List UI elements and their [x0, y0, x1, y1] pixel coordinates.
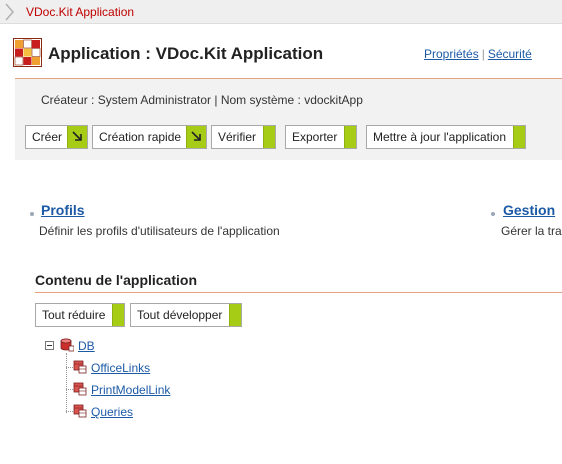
quick-create-button[interactable]: Création rapide — [92, 125, 207, 149]
button-accent — [229, 304, 241, 326]
tree-connector — [66, 389, 73, 390]
tree-node-officelinks[interactable]: OfficeLinks — [91, 361, 150, 375]
tree-node-printmodellink[interactable]: PrintModelLink — [91, 383, 170, 397]
tree-connector — [66, 411, 73, 412]
export-button-label: Exporter — [292, 130, 338, 144]
table-icon — [73, 360, 87, 374]
table-icon — [73, 382, 87, 396]
quick-create-button-label: Création rapide — [99, 130, 182, 144]
management-link[interactable]: Gestion — [503, 202, 555, 218]
button-accent — [513, 126, 525, 148]
header-links: Propriétés | Sécurité — [424, 47, 532, 61]
breadcrumb-link[interactable]: VDoc.Kit Application — [26, 5, 134, 19]
tree-node-db[interactable]: DB — [78, 339, 95, 353]
tree-node-queries[interactable]: Queries — [91, 405, 133, 419]
breadcrumb: VDoc.Kit Application — [0, 0, 562, 24]
application-icon — [13, 38, 42, 67]
update-application-button[interactable]: Mettre à jour l'application — [366, 125, 526, 149]
link-separator: | — [481, 47, 485, 61]
breadcrumb-arrow-icon — [5, 3, 14, 21]
page-title: Application : VDoc.Kit Application — [48, 44, 324, 63]
verify-button-label: Vérifier — [218, 130, 257, 144]
management-description: Gérer la tra — [501, 224, 562, 238]
content-section-title: Contenu de l'application — [35, 272, 197, 288]
create-button[interactable]: Créer — [25, 125, 88, 149]
bullet-icon — [30, 212, 34, 216]
update-application-button-label: Mettre à jour l'application — [373, 130, 507, 144]
button-accent — [112, 304, 124, 326]
table-icon — [73, 404, 87, 418]
application-meta: Créateur : System Administrator | Nom sy… — [41, 93, 363, 107]
collapse-all-button[interactable]: Tout réduire — [35, 303, 125, 327]
collapse-toggle-icon[interactable] — [45, 341, 54, 350]
expand-all-button-label: Tout développer — [137, 308, 223, 322]
create-button-label: Créer — [32, 130, 63, 144]
profiles-description: Définir les profils d'utilisateurs de l'… — [39, 224, 280, 238]
expand-all-button[interactable]: Tout développer — [130, 303, 242, 327]
button-accent — [344, 126, 356, 148]
bullet-icon — [491, 212, 495, 216]
profiles-link[interactable]: Profils — [41, 202, 85, 218]
tree-connector — [66, 353, 67, 413]
properties-link[interactable]: Propriétés — [424, 47, 479, 61]
collapse-all-button-label: Tout réduire — [42, 308, 106, 322]
export-button[interactable]: Exporter — [285, 125, 357, 149]
section-divider — [35, 292, 562, 293]
dropdown-arrow-icon — [67, 126, 87, 148]
dropdown-arrow-icon — [186, 126, 206, 148]
tree-connector — [66, 367, 73, 368]
database-icon — [60, 338, 74, 352]
verify-button[interactable]: Vérifier — [211, 125, 276, 149]
button-accent — [263, 126, 275, 148]
security-link[interactable]: Sécurité — [488, 47, 532, 61]
